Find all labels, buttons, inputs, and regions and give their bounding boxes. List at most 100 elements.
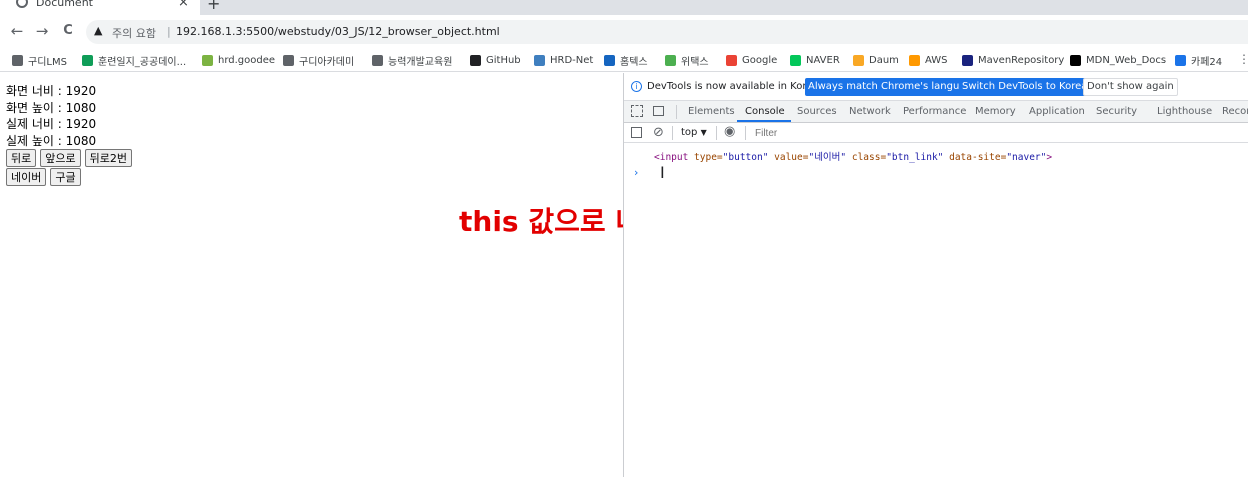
bookmark-label: MDN_Web_Docs (1086, 54, 1167, 66)
new-tab-button[interactable]: + (207, 0, 220, 13)
tab-sources[interactable]: Sources (797, 106, 837, 117)
devtools-panel: i DevTools is now available in Korean! A… (623, 73, 1248, 477)
back-page-button[interactable]: 뒤로 (6, 149, 37, 167)
log-type-value: "button" (722, 152, 769, 163)
bookmark-item[interactable]: NAVER (790, 53, 840, 67)
bookmark-label: GitHub (486, 54, 521, 66)
bookmark-item[interactable]: 카페24 (1175, 53, 1223, 68)
forward-button[interactable]: → (33, 22, 51, 40)
link-buttons: 네이버 구글 (6, 168, 81, 186)
bookmark-item[interactable]: MavenRepository (962, 53, 1064, 67)
context-label: top (681, 127, 698, 138)
toolbar-separator (745, 126, 746, 140)
back-button[interactable]: ← (8, 22, 26, 40)
devtools-infobar: i DevTools is now available in Korean! A… (624, 73, 1248, 101)
bookmark-label: NAVER (806, 54, 840, 66)
bookmark-label: 위택스 (681, 56, 709, 68)
more-bookmarks-icon[interactable]: ⋮ (1238, 52, 1248, 66)
dont-show-button[interactable]: Don't show again (1083, 78, 1178, 96)
bookmark-label: 카페24 (1191, 56, 1223, 68)
bookmark-item[interactable]: 훈련일지_공공데이... (82, 53, 187, 68)
tab-network[interactable]: Network (849, 106, 891, 117)
clear-console-icon[interactable]: ⊘ (653, 125, 664, 140)
toolbar-separator (672, 126, 673, 140)
url-text[interactable]: 192.168.1.3:5500/webstudy/03_JS/12_brows… (176, 25, 500, 38)
bookmark-item[interactable]: AWS (909, 53, 948, 67)
bookmark-item[interactable]: hrd.goodee (202, 53, 275, 67)
log-tag-open: <input (654, 152, 689, 163)
avail-width-line: 실제 너비 : 1920 (6, 117, 97, 131)
sidebar-toggle-icon[interactable] (631, 127, 642, 138)
hometax-icon (604, 54, 615, 66)
bookmark-item[interactable]: GitHub (470, 53, 521, 67)
device-toolbar-icon[interactable] (653, 106, 664, 116)
tab-lighthouse[interactable]: Lighthouse (1157, 106, 1212, 117)
tab-recorder[interactable]: Recorder (1222, 106, 1248, 117)
wetax-icon (665, 54, 676, 66)
google-button[interactable]: 구글 (50, 168, 81, 186)
mdn-icon (1070, 54, 1081, 66)
text-cursor-icon: I (660, 163, 665, 182)
always-match-button[interactable]: Always match Chrome's language (805, 78, 981, 96)
tab-strip: Document × + (0, 0, 1248, 15)
bookmark-label: HRD-Net (550, 54, 594, 66)
tab-title: Document (36, 0, 93, 9)
separator: | (167, 25, 171, 38)
console-log-entry[interactable]: <input type="button" value="네이버" class="… (654, 149, 1052, 163)
bookmark-label: 구디LMS (28, 56, 67, 68)
naver-icon (790, 54, 801, 66)
maven-icon (962, 54, 973, 66)
bookmark-item[interactable]: 위택스 (665, 53, 709, 68)
tab-performance[interactable]: Performance (903, 106, 966, 117)
browser-toolbar: ← → C ▲ 주의 요함 | 192.168.1.3:5500/webstud… (0, 15, 1248, 48)
tab-close-icon[interactable]: × (178, 0, 189, 10)
console-output[interactable]: <input type="button" value="네이버" class="… (624, 143, 1248, 477)
info-message: DevTools is now available in Korean! (647, 81, 829, 92)
bookmark-item[interactable]: 능력개발교육원 (372, 53, 452, 68)
hrdnet-icon (534, 54, 545, 66)
bookmark-label: hrd.goodee (218, 54, 276, 66)
screen-width-line: 화면 너비 : 1920 (6, 84, 97, 98)
back-two-button[interactable]: 뒤로2번 (84, 149, 132, 167)
tab-console[interactable]: Console (745, 106, 785, 117)
bookmark-label: 훈련일지_공공데이... (98, 56, 187, 68)
bookmark-item[interactable]: 홈텍스 (604, 53, 648, 68)
address-bar[interactable]: ▲ 주의 요함 | 192.168.1.3:5500/webstudy/03_J… (86, 20, 1248, 44)
tab-memory[interactable]: Memory (975, 106, 1016, 117)
cafe24-icon (1175, 54, 1186, 66)
switch-korean-button[interactable]: Switch DevTools to Korean (959, 78, 1097, 96)
bookmark-item[interactable]: HRD-Net (534, 53, 593, 67)
naver-button[interactable]: 네이버 (6, 168, 47, 186)
history-buttons: 뒤로 앞으로 뒤로2번 (6, 149, 132, 167)
bookmark-item[interactable]: Google (726, 53, 777, 67)
globe-icon (283, 54, 294, 66)
tab-application[interactable]: Application (1029, 106, 1085, 117)
filter-input[interactable] (751, 126, 1248, 140)
browser-tab[interactable]: Document × (0, 0, 200, 15)
toolbar-separator (676, 105, 677, 119)
bookmark-item[interactable]: 구디아카데미 (283, 53, 355, 68)
eye-icon[interactable]: ◉ (724, 124, 735, 139)
reload-button[interactable]: C (59, 23, 77, 38)
forward-page-button[interactable]: 앞으로 (40, 149, 81, 167)
inspect-icon[interactable] (631, 105, 643, 117)
bookmark-item[interactable]: Daum (853, 53, 899, 67)
screen-info: 화면 너비 : 1920 화면 높이 : 1080 실제 너비 : 1920 실… (6, 83, 96, 149)
log-class-attr: class= (846, 152, 887, 163)
tab-elements[interactable]: Elements (688, 106, 735, 117)
log-site-attr: data-site= (943, 152, 1007, 163)
bookmark-item[interactable]: MDN_Web_Docs (1070, 53, 1166, 67)
daum-icon (853, 54, 864, 66)
github-icon (470, 54, 481, 66)
context-select[interactable]: top ▼ (681, 127, 707, 138)
tab-security[interactable]: Security (1096, 106, 1137, 117)
bookmark-item[interactable]: 구디LMS (12, 53, 67, 68)
bookmark-label: Daum (869, 54, 899, 66)
warning-icon[interactable]: ▲ (94, 24, 102, 37)
bookmark-label: AWS (925, 54, 948, 66)
screen-height-line: 화면 높이 : 1080 (6, 100, 97, 115)
security-status[interactable]: 주의 요함 (112, 25, 156, 41)
log-value-attr: value= (768, 152, 809, 163)
bookmark-label: 구디아카데미 (299, 56, 355, 68)
active-tab-indicator (737, 120, 791, 122)
